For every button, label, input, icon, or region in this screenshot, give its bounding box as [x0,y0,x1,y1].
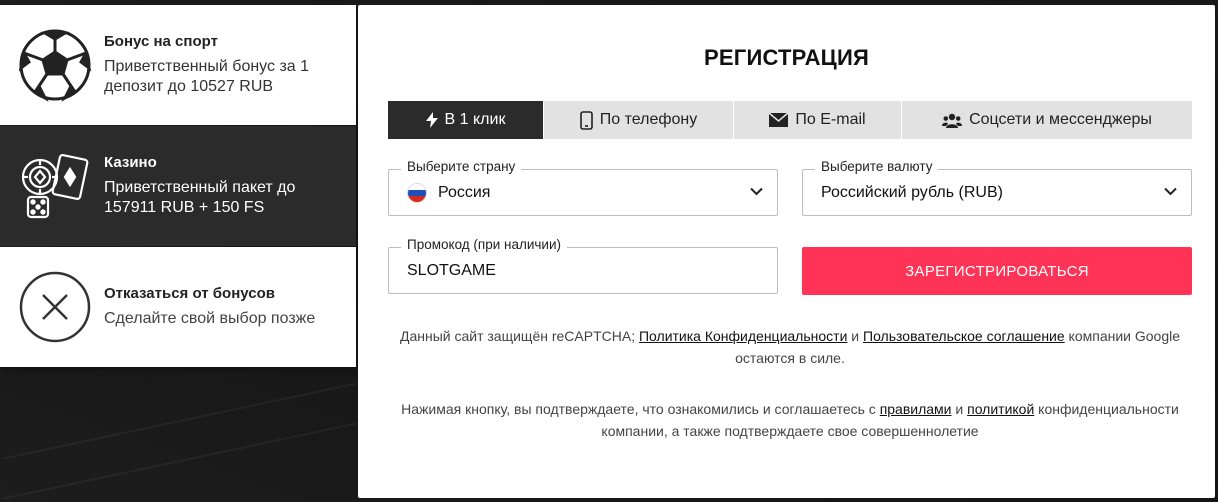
tab-label: По телефону [599,111,698,128]
notice-text: и [847,328,864,344]
consent-notice: Нажимая кнопку, вы подтверждаете, что оз… [388,398,1192,442]
bonus-title: Бонус на спорт [104,33,218,50]
bonus-option-decline[interactable]: Отказаться от бонусов Сделайте свой выбо… [0,247,356,367]
country-select[interactable]: Выберите страну Россия [388,159,778,216]
notice-text: Нажимая кнопку, вы подтверждаете, что оз… [401,401,880,417]
lightning-icon [425,112,438,128]
soccer-ball-icon [18,28,92,102]
promo-label: Промокод (при наличии) [401,237,568,252]
bonus-description: Приветственный бонус за 1 депозит до 105… [104,58,310,95]
russia-flag-icon [407,182,427,203]
bonus-option-casino[interactable]: Казино Приветственный пакет до 157911 RU… [0,126,356,246]
bonus-option-sport[interactable]: Бонус на спорт Приветственный бонус за 1… [0,5,356,125]
currency-value: Российский рубль (RUB) [821,183,1003,201]
notice-text: Данный сайт защищён reCAPTCHA; [399,328,639,344]
bonus-description: Сделайте свой выбор позже [104,310,316,327]
background-stripe [3,422,357,500]
casino-chips-cards-dice-icon [18,149,92,223]
bonus-title: Отказаться от бонусов [104,285,275,302]
envelope-icon [769,113,789,127]
chevron-down-icon [1164,187,1177,196]
close-circle-icon [18,270,92,344]
tab-social[interactable]: Соцсети и мессенджеры [902,101,1192,139]
bonus-title: Казино [104,154,157,171]
country-label: Выберите страну [401,159,522,174]
page-title: РЕГИСТРАЦИЯ [704,45,869,70]
tab-label: В 1 клик [444,111,506,128]
promo-field: Промокод (при наличии) [388,237,778,294]
currency-label: Выберите валюту [815,159,939,174]
tab-phone[interactable]: По телефону [544,101,734,139]
terms-link[interactable]: Пользовательское соглашение [863,328,1065,344]
chevron-down-icon [750,187,763,196]
registration-tabs: В 1 клик По телефону По E-mail Соцсети и… [388,101,1192,139]
users-icon [942,113,963,128]
rules-link[interactable]: правилами [880,401,952,417]
recaptcha-notice: Данный сайт защищён reCAPTCHA; Политика … [388,325,1192,369]
bonus-selector: Бонус на спорт Приветственный бонус за 1… [0,5,356,367]
tab-label: По E-mail [795,111,866,128]
country-value: Россия [438,183,491,201]
bonus-description: Приветственный пакет до 157911 RUB + 150… [104,179,296,216]
policy-link[interactable]: политикой [967,401,1034,417]
register-button[interactable]: ЗАРЕГИСТРИРОВАТЬСЯ [802,247,1192,295]
notice-text: и [951,401,968,417]
tab-email[interactable]: По E-mail [734,101,902,139]
registration-panel: РЕГИСТРАЦИЯ В 1 клик По телефону По E-ma… [358,5,1215,498]
promo-input[interactable] [407,261,759,280]
privacy-policy-link[interactable]: Политика Конфиденциальности [639,328,847,344]
tab-one-click[interactable]: В 1 клик [388,101,544,139]
background-stripe [3,382,357,460]
tab-label: Соцсети и мессенджеры [969,111,1152,128]
currency-select[interactable]: Выберите валюту Российский рубль (RUB) [802,159,1192,216]
phone-icon [579,110,593,130]
